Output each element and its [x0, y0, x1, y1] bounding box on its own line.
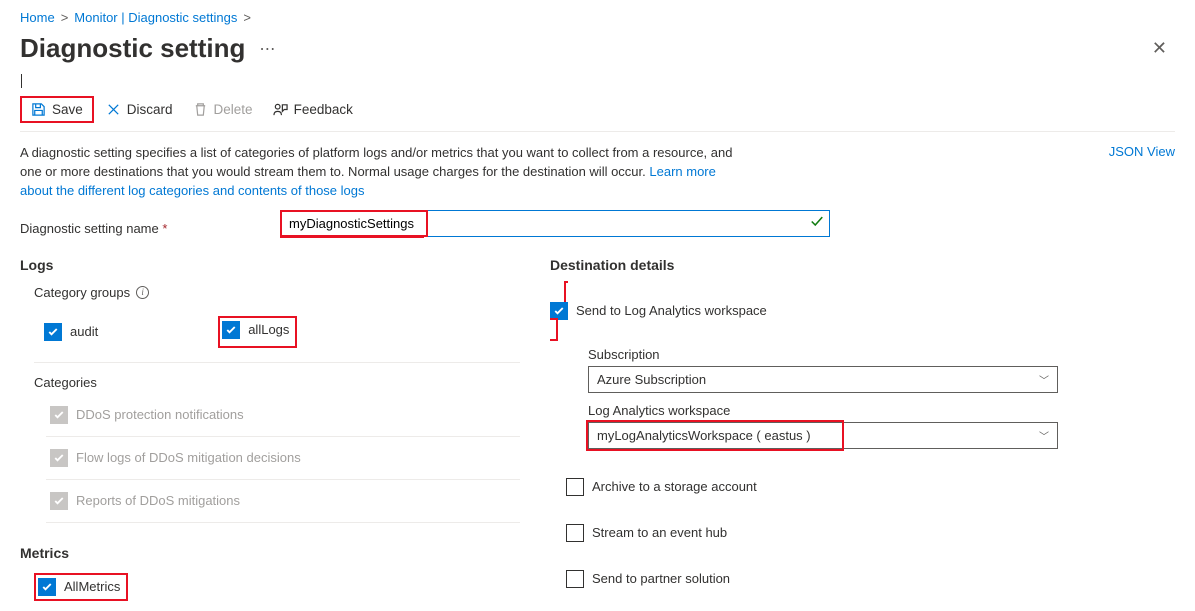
- category-groups-label: Category groups i: [34, 285, 520, 300]
- feedback-button[interactable]: Feedback: [265, 98, 361, 121]
- chevron-down-icon: ﹀: [1039, 428, 1049, 443]
- chevron-down-icon: ﹀: [1039, 372, 1049, 387]
- save-icon: [31, 102, 46, 117]
- breadcrumb-monitor[interactable]: Monitor | Diagnostic settings: [74, 10, 237, 25]
- valid-check-icon: [810, 215, 824, 232]
- alllogs-checkbox[interactable]: [222, 321, 240, 339]
- audit-checkbox[interactable]: [44, 323, 62, 341]
- diagnostic-name-input[interactable]: [280, 210, 830, 237]
- alllogs-label[interactable]: allLogs: [248, 322, 289, 337]
- breadcrumb-home[interactable]: Home: [20, 10, 55, 25]
- storage-checkbox[interactable]: [566, 478, 584, 496]
- cat3-checkbox: [50, 492, 68, 510]
- law-label[interactable]: Send to Log Analytics workspace: [576, 303, 767, 318]
- breadcrumb: Home > Monitor | Diagnostic settings >: [20, 10, 1175, 25]
- info-icon[interactable]: i: [136, 286, 149, 299]
- eventhub-label[interactable]: Stream to an event hub: [592, 525, 727, 540]
- name-label: Diagnostic setting name *: [20, 221, 270, 236]
- audit-label[interactable]: audit: [70, 324, 98, 339]
- breadcrumb-sep: >: [243, 10, 251, 25]
- cat2-label: Flow logs of DDoS mitigation decisions: [76, 450, 301, 465]
- description-text: A diagnostic setting specifies a list of…: [20, 144, 740, 201]
- allmetrics-label[interactable]: AllMetrics: [64, 579, 120, 594]
- subscription-label: Subscription: [588, 347, 1175, 362]
- page-title: Diagnostic setting: [20, 33, 245, 64]
- text-cursor: [21, 74, 1175, 88]
- partner-checkbox[interactable]: [566, 570, 584, 588]
- cat1-checkbox: [50, 406, 68, 424]
- workspace-label: Log Analytics workspace: [588, 403, 1175, 418]
- delete-button: Delete: [185, 98, 261, 121]
- eventhub-checkbox[interactable]: [566, 524, 584, 542]
- toolbar: Save Discard Delete Feedback: [20, 96, 1175, 132]
- breadcrumb-sep: >: [61, 10, 69, 25]
- cat3-label: Reports of DDoS mitigations: [76, 493, 240, 508]
- feedback-icon: [273, 102, 288, 117]
- json-view-link[interactable]: JSON View: [1109, 144, 1175, 159]
- storage-label[interactable]: Archive to a storage account: [592, 479, 757, 494]
- law-checkbox[interactable]: [550, 302, 568, 320]
- destination-heading: Destination details: [550, 257, 1175, 273]
- partner-label[interactable]: Send to partner solution: [592, 571, 730, 586]
- logs-heading: Logs: [20, 257, 520, 273]
- allmetrics-checkbox[interactable]: [38, 578, 56, 596]
- close-icon[interactable]: ✕: [1144, 34, 1175, 63]
- cat1-label: DDoS protection notifications: [76, 407, 244, 422]
- more-menu-icon[interactable]: ⋯: [259, 39, 276, 59]
- save-button[interactable]: Save: [23, 98, 91, 121]
- delete-icon: [193, 102, 208, 117]
- subscription-select[interactable]: Azure Subscription ﹀: [588, 366, 1058, 393]
- discard-icon: [106, 102, 121, 117]
- cat2-checkbox: [50, 449, 68, 467]
- workspace-select[interactable]: myLogAnalyticsWorkspace ( eastus ) ﹀: [588, 422, 1058, 449]
- discard-button[interactable]: Discard: [98, 98, 181, 121]
- categories-label: Categories: [34, 375, 520, 390]
- metrics-heading: Metrics: [20, 545, 520, 561]
